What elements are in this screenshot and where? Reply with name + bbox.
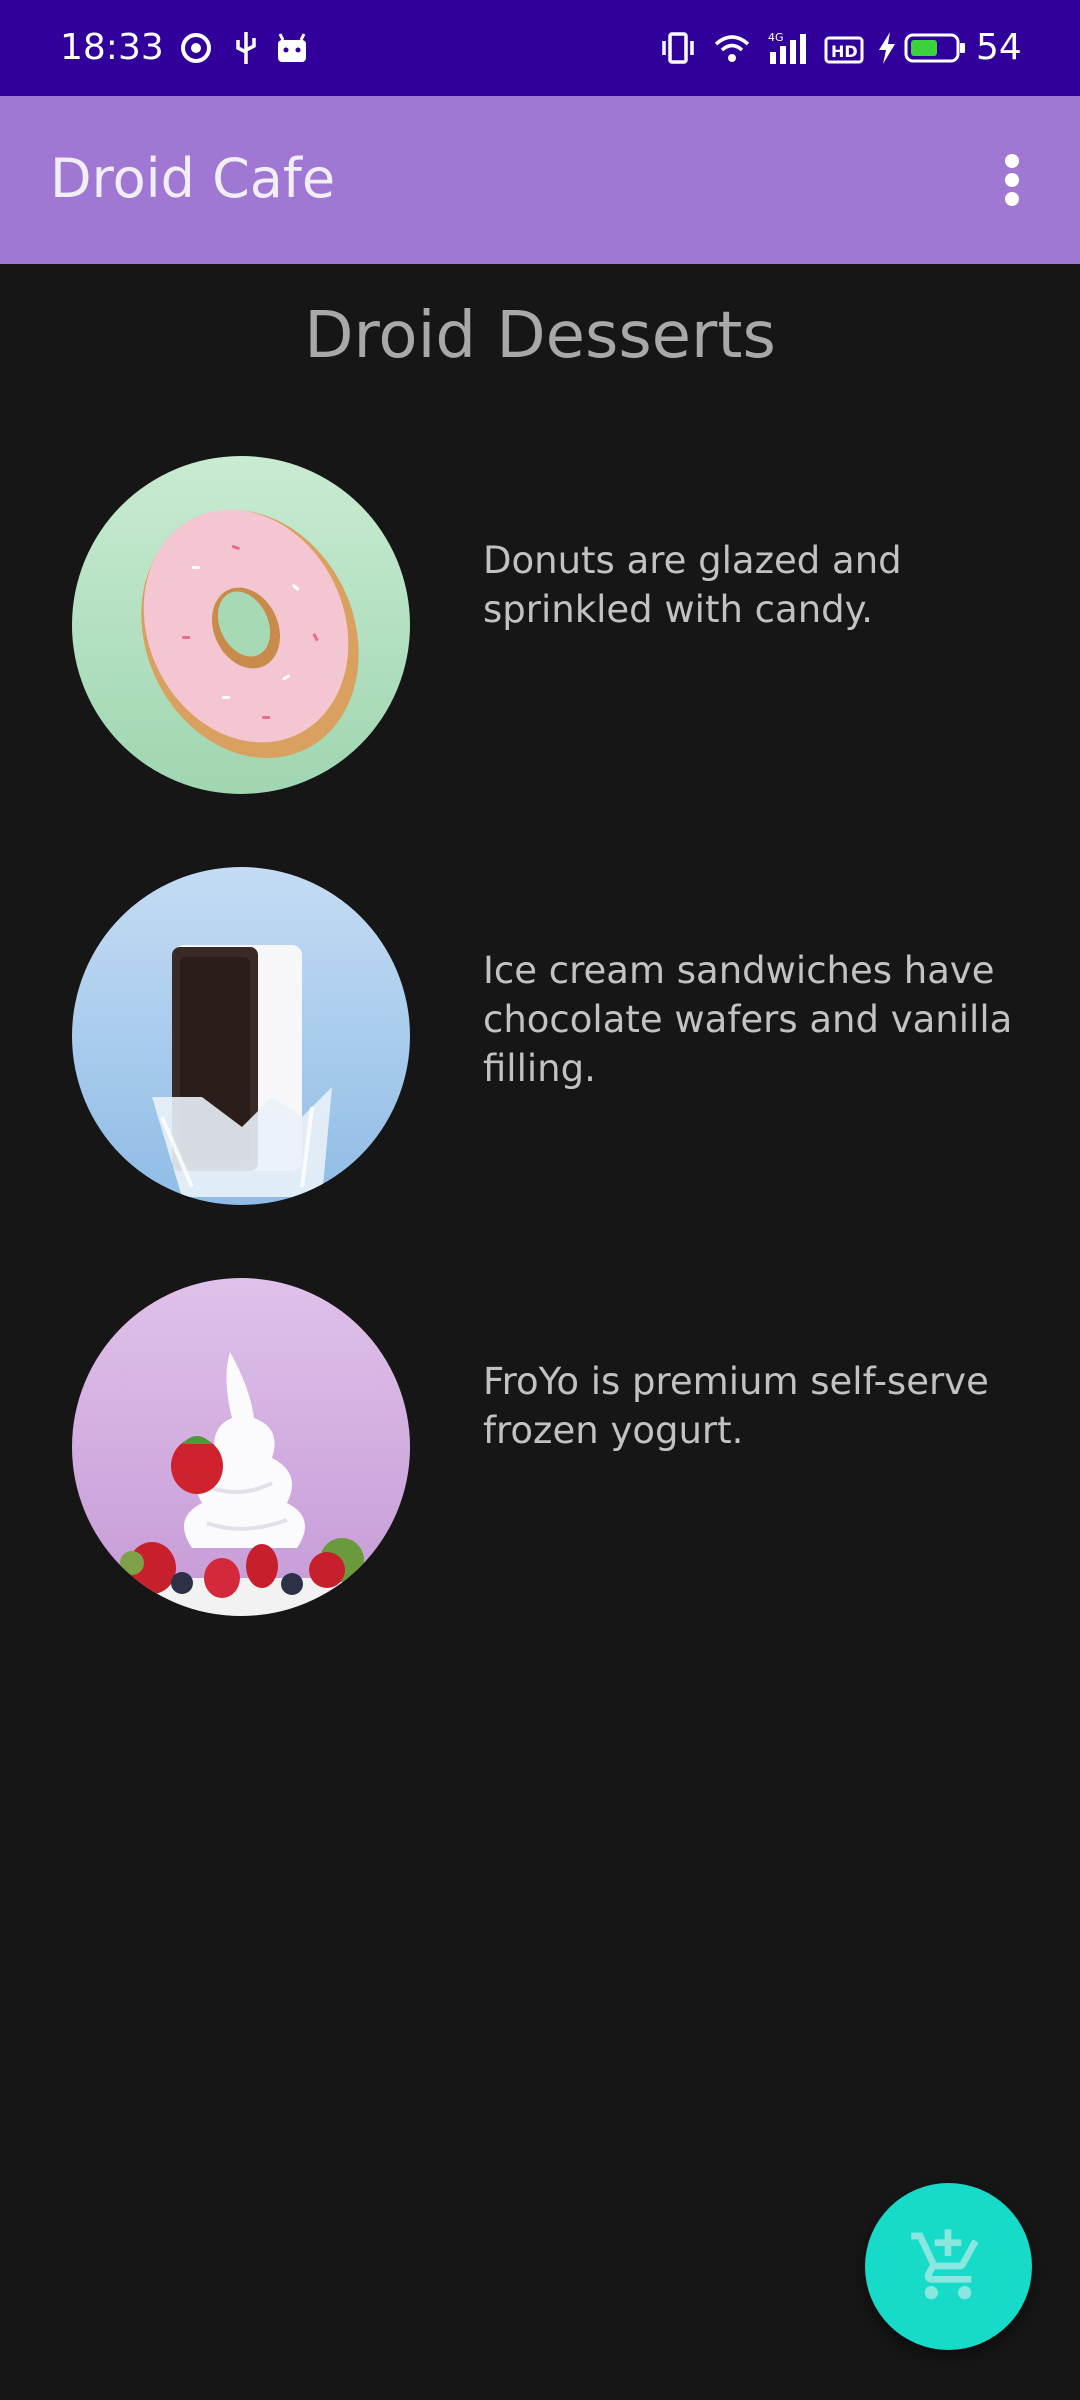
more-options-button[interactable] bbox=[990, 148, 1036, 212]
android-icon bbox=[278, 33, 306, 62]
usb-icon bbox=[236, 32, 256, 64]
donut-description: Donuts are glazed and sprinkled with can… bbox=[483, 539, 902, 631]
charging-icon bbox=[879, 32, 895, 64]
app-bar: Droid Cafe bbox=[0, 96, 1080, 264]
ice-cream-sandwich-image[interactable] bbox=[72, 867, 410, 1205]
page-heading: Droid Desserts bbox=[304, 299, 776, 373]
donut-image[interactable] bbox=[72, 456, 410, 794]
wifi-icon bbox=[714, 35, 750, 62]
signal-4g-icon: 4G bbox=[768, 31, 806, 64]
svg-text:4G: 4G bbox=[768, 31, 784, 44]
hotspot-icon bbox=[181, 33, 211, 63]
more-vert-icon bbox=[1005, 154, 1019, 168]
status-time: 18:33 bbox=[60, 27, 164, 68]
svg-text:HD: HD bbox=[831, 42, 858, 61]
froyo-description: FroYo is premium self-serve frozen yogur… bbox=[483, 1360, 989, 1452]
more-vert-dot bbox=[1005, 192, 1019, 206]
froyo-image[interactable] bbox=[72, 1278, 410, 1616]
add-shopping-cart-icon bbox=[911, 2229, 979, 2300]
add-to-cart-button[interactable] bbox=[865, 2183, 1032, 2350]
battery-percentage: 54 bbox=[976, 27, 1022, 68]
vibrate-icon bbox=[662, 32, 694, 64]
ice-cream-sandwich-description: Ice cream sandwiches have chocolate wafe… bbox=[483, 949, 1013, 1090]
app-title: Droid Cafe bbox=[50, 147, 336, 210]
hd-icon: HD bbox=[824, 36, 864, 64]
battery-icon bbox=[904, 33, 965, 63]
more-vert-dot bbox=[1005, 173, 1019, 187]
status-bar: 18:33 4G HD 54 bbox=[0, 0, 1080, 96]
